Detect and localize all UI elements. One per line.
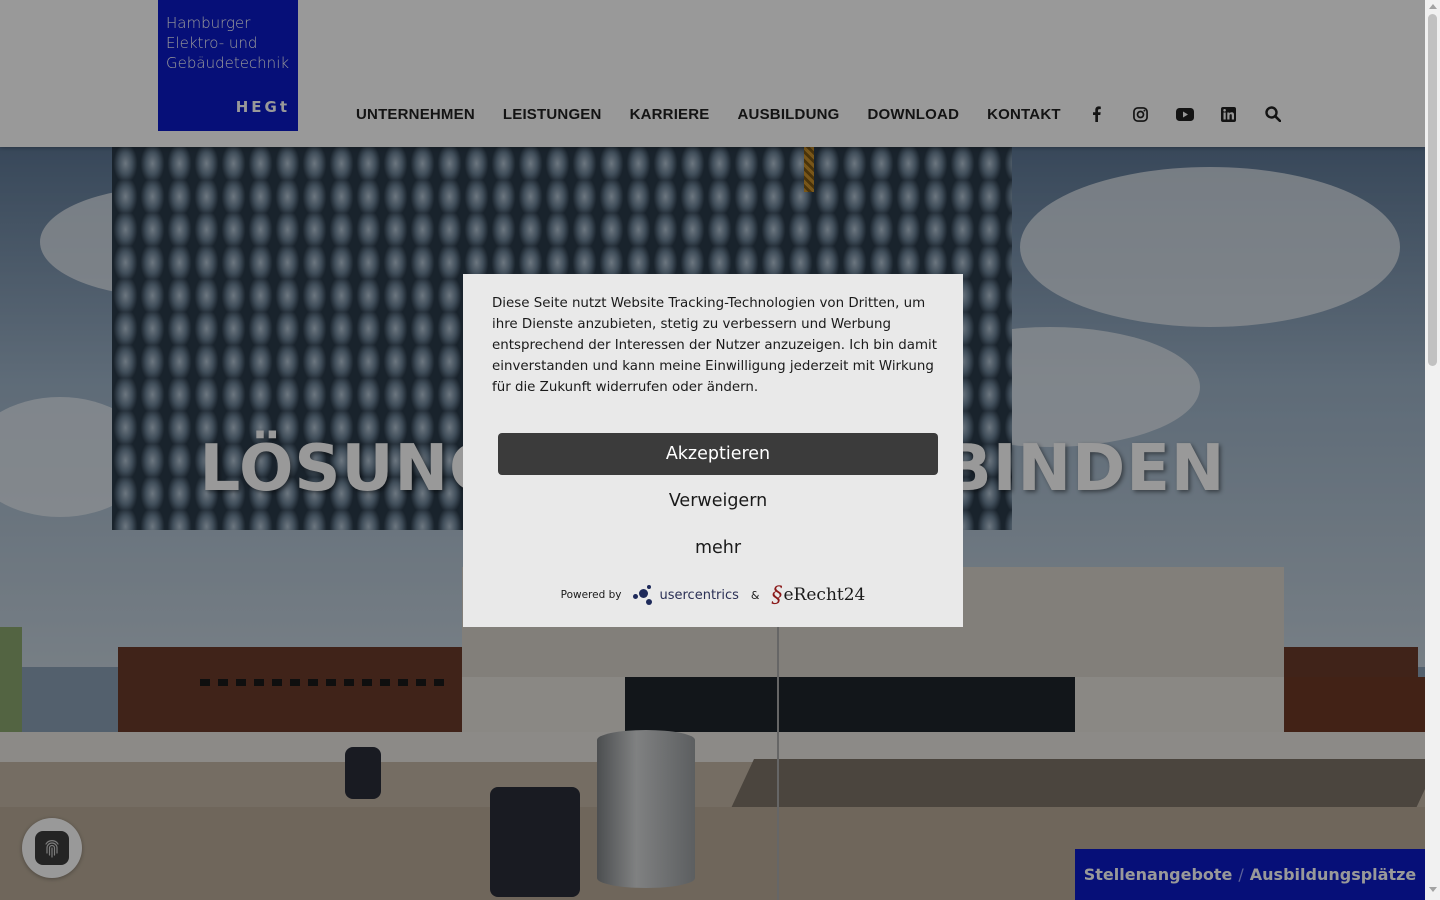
page-scrollbar[interactable] (1425, 0, 1440, 900)
consent-text: Diese Seite nutzt Website Tracking-Techn… (492, 296, 937, 395)
more-button[interactable]: mehr (498, 528, 938, 568)
ampersand: & (750, 588, 760, 602)
paragraph-icon: § (771, 582, 783, 608)
powered-by-footer: Powered by usercentrics & § eRecht24 (463, 580, 963, 610)
scroll-up-arrow-icon[interactable] (1429, 4, 1437, 9)
usercentrics-dots-icon (633, 583, 657, 607)
scroll-down-arrow-icon[interactable] (1429, 887, 1437, 892)
powered-by-label: Powered by (560, 589, 622, 601)
erecht24-text: eRecht24 (783, 585, 866, 605)
cookie-consent-dialog: Diese Seite nutzt Website Tracking-Techn… (463, 274, 963, 627)
accept-button[interactable]: Akzeptieren (498, 433, 938, 475)
usercentrics-text: usercentrics (659, 587, 739, 603)
scrollbar-thumb[interactable] (1428, 14, 1437, 366)
usercentrics-logo[interactable]: usercentrics (633, 583, 739, 607)
erecht24-logo[interactable]: § eRecht24 (772, 583, 866, 608)
deny-button[interactable]: Verweigern (498, 481, 938, 521)
